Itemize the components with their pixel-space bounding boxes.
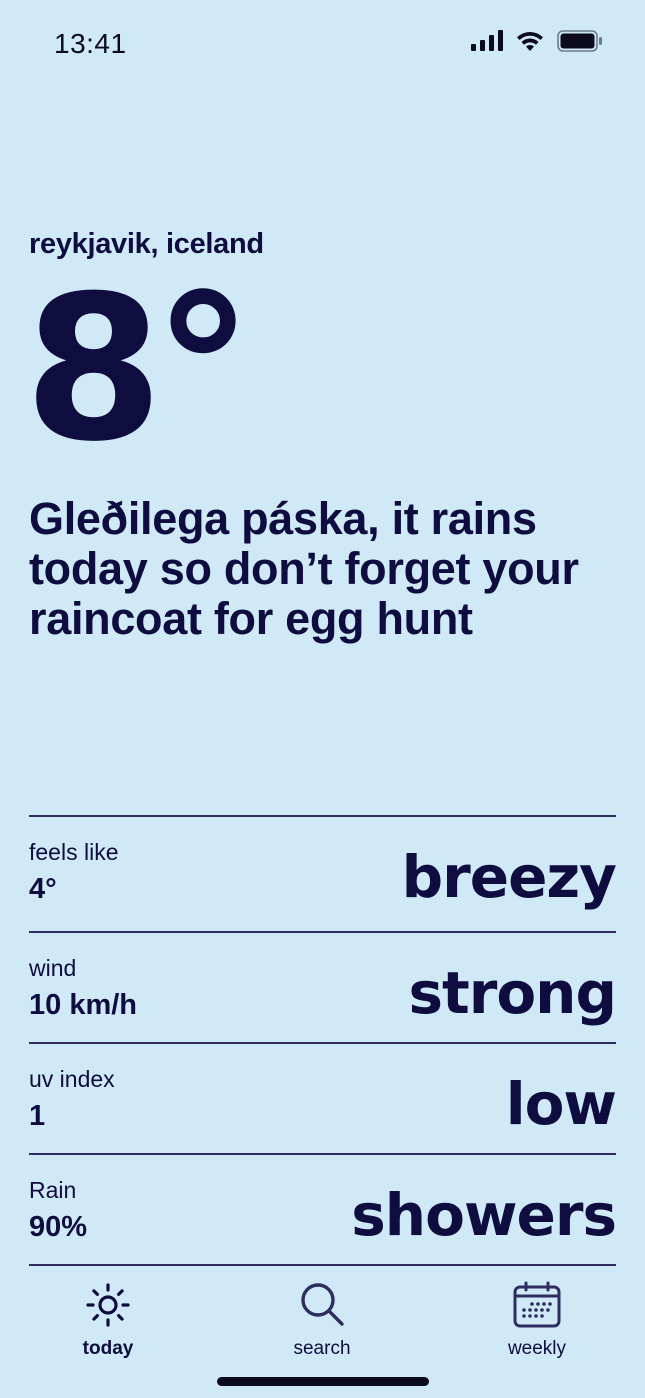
metric-description: low <box>505 1070 617 1138</box>
wifi-icon <box>515 30 545 57</box>
metric-value: 4° <box>29 873 57 905</box>
metric-label: wind <box>29 955 77 981</box>
tab-bar: today search weekly <box>0 1278 645 1368</box>
metric-description: breezy <box>401 843 617 911</box>
metric-row-rain: Rain 90% showers <box>29 1153 617 1264</box>
metrics-list: feels like 4° breezy wind 10 km/h strong… <box>29 815 617 1266</box>
metric-value: 90% <box>29 1211 88 1243</box>
weather-message: Gleðilega páska, it rains today so don’t… <box>29 493 579 644</box>
metric-value: 10 km/h <box>29 989 137 1021</box>
metric-row-feels-like: feels like 4° breezy <box>29 815 617 931</box>
tab-search[interactable]: search <box>252 1278 392 1360</box>
tab-today[interactable]: today <box>38 1278 178 1360</box>
metric-description: strong <box>408 959 617 1027</box>
home-indicator[interactable] <box>217 1377 429 1386</box>
sun-icon <box>81 1278 135 1332</box>
metrics-divider <box>29 1264 616 1266</box>
metric-description: showers <box>351 1181 617 1249</box>
metric-row-wind: wind 10 km/h strong <box>29 931 617 1042</box>
tab-weekly[interactable]: weekly <box>467 1278 607 1360</box>
metric-label: feels like <box>29 839 119 865</box>
status-icons <box>471 30 603 57</box>
tab-label: weekly <box>507 1338 567 1359</box>
tab-label: search <box>293 1338 351 1359</box>
signal-icon <box>471 30 503 57</box>
metric-label: Rain <box>29 1177 77 1203</box>
status-time: 13:41 <box>54 28 127 59</box>
metric-label: uv index <box>29 1066 115 1092</box>
calendar-icon <box>510 1278 564 1332</box>
search-icon <box>295 1278 349 1332</box>
weather-screen: 13:41 reykjavik, iceland 8° Gleðilega pá… <box>0 0 645 1398</box>
tab-label: today <box>82 1338 134 1359</box>
battery-icon <box>557 30 603 57</box>
metric-row-uv-index: uv index 1 low <box>29 1042 617 1153</box>
current-temperature: 8° <box>24 253 253 486</box>
metric-value: 1 <box>29 1100 46 1132</box>
